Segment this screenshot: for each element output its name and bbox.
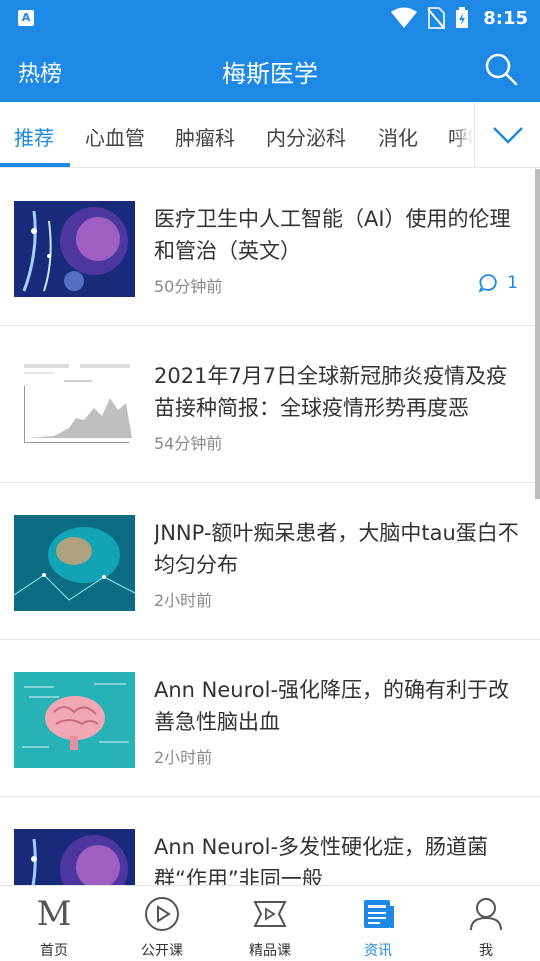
bottom-navigation: M 首页 公开课 精品课 资讯 我 (0, 885, 540, 960)
list-item[interactable]: 2021年7月7日全球新冠肺炎疫情及疫苗接种简报：全球疫情形势再度恶 54分钟前 (0, 326, 540, 483)
nav-label: 公开课 (141, 943, 183, 959)
tab-recommend[interactable]: 推荐 (14, 122, 54, 151)
article-title: JNNP-额叶痴呆患者，大脑中tau蛋白不均匀分布 (154, 521, 519, 577)
article-title: Ann Neurol-多发性硬化症，肠道菌群“作用”非同一般 (154, 835, 489, 885)
article-thumbnail (14, 358, 135, 454)
article-title: 2021年7月7日全球新冠肺炎疫情及疫苗接种简报：全球疫情形势再度恶 (154, 364, 508, 420)
article-thumbnail (14, 672, 135, 768)
list-item[interactable]: Ann Neurol-多发性硬化症，肠道菌群“作用”非同一般 (0, 797, 540, 885)
user-icon (470, 898, 502, 931)
nav-label: 首页 (40, 943, 68, 959)
article-time: 2小时前 (154, 591, 213, 610)
article-time: 2小时前 (154, 748, 213, 767)
m-logo-icon: M (36, 894, 72, 934)
list-item[interactable]: Ann Neurol-强化降压，的确有利于改善急性脑出血 2小时前 (0, 640, 540, 797)
comment-icon (479, 274, 497, 293)
wifi-icon (391, 7, 418, 28)
battery-charging-icon (456, 7, 469, 28)
article-time: 50分钟前 (154, 277, 223, 296)
tab-oncology[interactable]: 肿瘤科 (175, 122, 235, 151)
nav-news[interactable]: 资讯 (324, 886, 432, 961)
article-thumbnail (14, 515, 135, 611)
app-bar: 热榜 梅斯医学 (0, 36, 540, 102)
active-tab-indicator (0, 163, 70, 167)
article-title: 医疗卫生中人工智能（AI）使用的伦理和管治（英文） (154, 207, 511, 263)
article-time: 54分钟前 (154, 434, 223, 453)
article-feed: 医疗卫生中人工智能（AI）使用的伦理和管治（英文） 50分钟前 1 2021年7… (0, 169, 540, 885)
article-thumbnail (14, 829, 135, 885)
tab-digestion[interactable]: 消化 (378, 122, 418, 151)
status-bar: A 8:15 (0, 0, 540, 36)
category-tabs: 推荐 心血管 肿瘤科 内分泌科 消化 呼吸 (0, 102, 540, 168)
film-icon (253, 901, 287, 927)
chevron-down-icon (492, 127, 523, 144)
expand-tabs-button[interactable] (474, 102, 540, 167)
comment-count: 1 (479, 273, 518, 293)
no-sim-icon (427, 7, 446, 29)
page-title: 梅斯医学 (222, 60, 318, 88)
search-icon[interactable] (484, 52, 518, 86)
nav-premium-courses[interactable]: 精品课 (216, 886, 324, 961)
article-thumbnail (14, 201, 135, 297)
app-notification-icon: A (18, 10, 34, 26)
nav-open-courses[interactable]: 公开课 (108, 886, 216, 961)
article-title: Ann Neurol-强化降压，的确有利于改善急性脑出血 (154, 678, 510, 734)
nav-home[interactable]: M 首页 (0, 886, 108, 961)
list-item[interactable]: JNNP-额叶痴呆患者，大脑中tau蛋白不均匀分布 2小时前 (0, 483, 540, 640)
tab-cardiovascular[interactable]: 心血管 (85, 122, 145, 151)
list-item[interactable]: 医疗卫生中人工智能（AI）使用的伦理和管治（英文） 50分钟前 1 (0, 169, 540, 326)
nav-label: 资讯 (364, 943, 392, 959)
feed-scrollbar[interactable] (535, 169, 540, 499)
nav-label: 精品课 (249, 943, 291, 959)
tab-endocrinology[interactable]: 内分泌科 (266, 122, 346, 151)
comment-count-value: 1 (507, 273, 518, 293)
play-circle-icon (145, 897, 179, 931)
nav-label: 我 (479, 943, 493, 959)
nav-me[interactable]: 我 (432, 886, 540, 961)
clock: 8:15 (483, 7, 528, 29)
tabs-fade (452, 102, 474, 167)
news-icon (364, 900, 394, 928)
